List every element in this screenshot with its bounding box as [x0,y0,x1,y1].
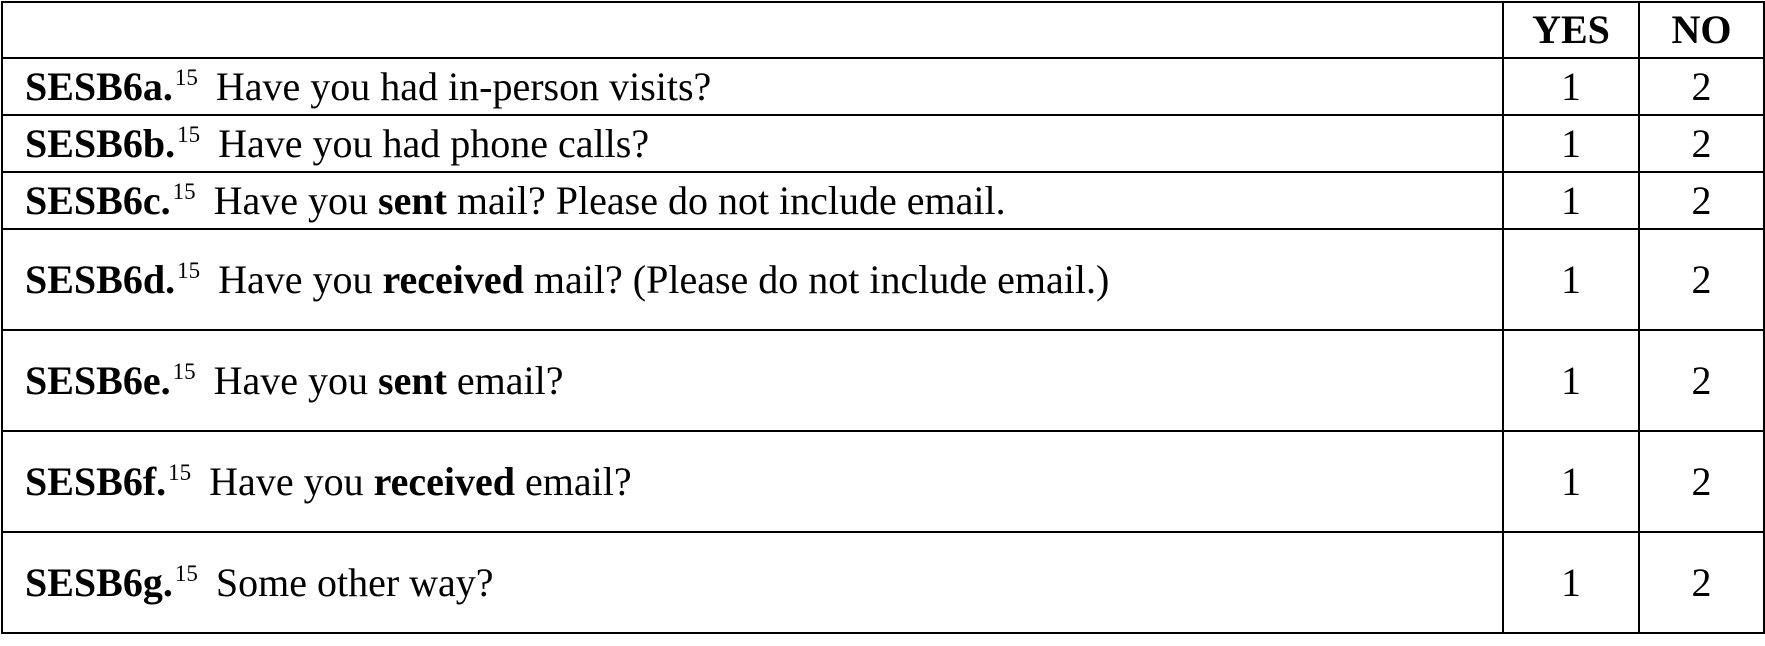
yes-code[interactable]: 1 [1502,171,1640,230]
question-id: SESB6g. [25,560,173,605]
no-code[interactable]: 2 [1638,114,1765,173]
table-row: SESB6d.15 Have you received mail? (Please… [1,228,1765,331]
question-text-after: mail? Please do not include email. [446,178,1006,223]
header-question-cell [1,1,1504,59]
footnote-marker: 15 [177,258,201,283]
table-row: SESB6f.15 Have you received email? 1 2 [1,430,1765,533]
question-emphasis: sent [378,178,447,223]
question-cell: SESB6e.15 Have you sent email? [1,329,1504,432]
table-header-row: YES NO [1,1,1765,59]
question-cell: SESB6f.15 Have you received email? [1,430,1504,533]
question-emphasis: sent [378,358,447,403]
header-no: NO [1638,1,1765,59]
footnote-marker: 15 [168,460,192,485]
question-emphasis: received [382,257,524,302]
yes-code[interactable]: 1 [1502,430,1640,533]
question-cell: SESB6a.15 Have you had in-person visits? [1,57,1504,116]
yes-code[interactable]: 1 [1502,114,1640,173]
yes-code[interactable]: 1 [1502,531,1640,634]
header-yes: YES [1502,1,1640,59]
question-cell: SESB6c.15 Have you sent mail? Please do n… [1,171,1504,230]
question-text: Have you [213,178,379,223]
table-row: SESB6g.15 Some other way? 1 2 [1,531,1765,634]
footnote-marker: 15 [174,561,198,586]
yes-code[interactable]: 1 [1502,57,1640,116]
question-id: SESB6b. [25,121,176,166]
question-text: Have you [213,358,379,403]
no-code[interactable]: 2 [1638,57,1765,116]
question-text-after: mail? (Please do not include email.) [523,257,1110,302]
question-id: SESB6a. [25,64,173,109]
question-text-after: email? [514,459,632,504]
question-id: SESB6e. [25,358,171,403]
yes-code[interactable]: 1 [1502,329,1640,432]
question-text: Have you [209,459,374,504]
no-code[interactable]: 2 [1638,329,1765,432]
table-row: SESB6b.15 Have you had phone calls? 1 2 [1,114,1765,173]
question-emphasis: received [373,459,515,504]
question-cell: SESB6d.15 Have you received mail? (Please… [1,228,1504,331]
no-code[interactable]: 2 [1638,531,1765,634]
yes-code[interactable]: 1 [1502,228,1640,331]
no-code[interactable]: 2 [1638,171,1765,230]
question-id: SESB6f. [25,459,167,504]
question-text: Have you [218,257,383,302]
table-row: SESB6e.15 Have you sent email? 1 2 [1,329,1765,432]
question-text-after: email? [446,358,564,403]
footnote-marker: 15 [172,179,196,204]
question-text: Have you had phone calls? [218,121,650,166]
footnote-marker: 15 [174,65,198,90]
question-id: SESB6d. [25,257,176,302]
table-row: SESB6a.15 Have you had in-person visits? … [1,57,1765,116]
question-cell: SESB6g.15 Some other way? [1,531,1504,634]
survey-question-table: YES NO SESB6a.15 Have you had in-person v… [1,1,1765,634]
table-row: SESB6c.15 Have you sent mail? Please do n… [1,171,1765,230]
no-code[interactable]: 2 [1638,228,1765,331]
question-text: Have you had in-person visits? [215,64,712,109]
question-text: Some other way? [215,560,494,605]
no-code[interactable]: 2 [1638,430,1765,533]
footnote-marker: 15 [177,122,201,147]
footnote-marker: 15 [172,359,196,384]
question-id: SESB6c. [25,178,171,223]
question-cell: SESB6b.15 Have you had phone calls? [1,114,1504,173]
